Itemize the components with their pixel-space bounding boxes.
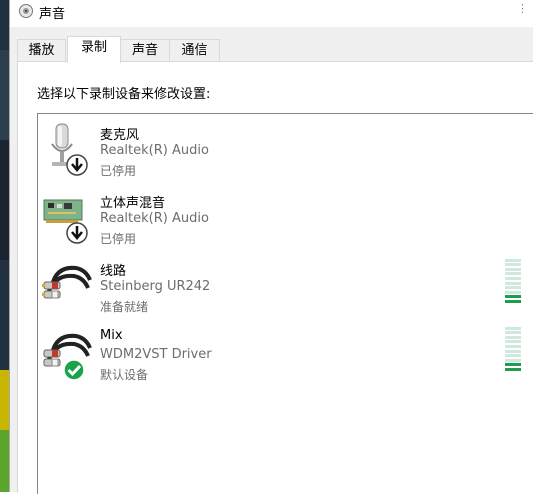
level-meter-segment [505, 281, 521, 285]
tab-sounds[interactable]: 声音 [119, 39, 171, 62]
level-meter-segment [505, 267, 521, 271]
list-item[interactable]: Mix WDM2VST Driver 默认设备 [38, 318, 533, 386]
close-icon[interactable]: ⋮ [517, 2, 528, 15]
list-item[interactable]: 麦克风 Realtek(R) Audio 已停用 [38, 114, 533, 182]
level-meter-segment [505, 272, 521, 276]
title-bar[interactable]: 声音 ⋮ [10, 0, 533, 27]
level-meter-segment [505, 300, 521, 303]
tab-playback[interactable]: 播放 [17, 39, 66, 62]
speaker-icon [19, 4, 33, 18]
level-meter-segment [505, 295, 521, 299]
list-item[interactable]: 立体声混音 Realtek(R) Audio 已停用 [38, 182, 533, 250]
tab-recording[interactable]: 录制 [67, 36, 121, 63]
window-title: 声音 [39, 7, 66, 22]
device-status: 已停用 [100, 232, 137, 246]
default-check-icon [63, 359, 85, 380]
device-driver: Realtek(R) Audio [100, 143, 209, 158]
device-name: 麦克风 [100, 128, 140, 143]
recording-panel: 选择以下录制设备来修改设置: 麦克风 Realtek(R) Audio 已停用 [17, 61, 533, 494]
device-name: 线路 [100, 264, 127, 279]
level-meter-segment [505, 290, 521, 294]
level-meter-segment [505, 354, 521, 358]
instruction-text: 选择以下录制设备来修改设置: [37, 87, 211, 102]
rca-cable-icon [43, 333, 92, 380]
rca-cable-icon [42, 265, 92, 299]
level-meter-segment [505, 368, 521, 371]
level-meter-segment [505, 345, 521, 348]
level-meter-segment [505, 340, 521, 344]
device-driver: Realtek(R) Audio [100, 211, 209, 226]
level-meter-segment [505, 331, 521, 335]
tab-communications[interactable]: 通信 [169, 39, 220, 62]
level-meter-segment [505, 263, 521, 267]
level-meter [505, 325, 521, 371]
level-meter-segment [505, 358, 521, 362]
sound-dialog: 声音 ⋮ 播放 录制 声音 通信 选择以下录制设备来修改设置: 麦克风 Real… [9, 0, 533, 494]
level-meter-segment [505, 277, 521, 280]
device-status: 默认设备 [100, 368, 149, 382]
device-status: 准备就绪 [100, 300, 149, 314]
device-status: 已停用 [100, 164, 137, 178]
tab-strip: 播放 录制 声音 通信 [10, 36, 533, 63]
level-meter [505, 257, 521, 303]
background-app-strip [0, 0, 9, 492]
device-list[interactable]: 麦克风 Realtek(R) Audio 已停用 立体声混音 Realtek(R [37, 113, 533, 494]
level-meter-segment [505, 326, 521, 330]
list-item[interactable]: 线路 Steinberg UR242 准备就绪 [38, 250, 533, 318]
device-name: Mix [100, 328, 123, 343]
level-meter-segment [505, 258, 521, 262]
level-meter-segment [505, 363, 521, 367]
device-driver: WDM2VST Driver [100, 347, 212, 362]
device-driver: Steinberg UR242 [100, 279, 211, 294]
sound-card-icon [43, 199, 88, 244]
level-meter-segment [505, 349, 521, 353]
level-meter-segment [505, 286, 521, 290]
device-name: 立体声混音 [100, 196, 166, 211]
level-meter-segment [505, 335, 521, 339]
microphone-icon [51, 123, 88, 176]
